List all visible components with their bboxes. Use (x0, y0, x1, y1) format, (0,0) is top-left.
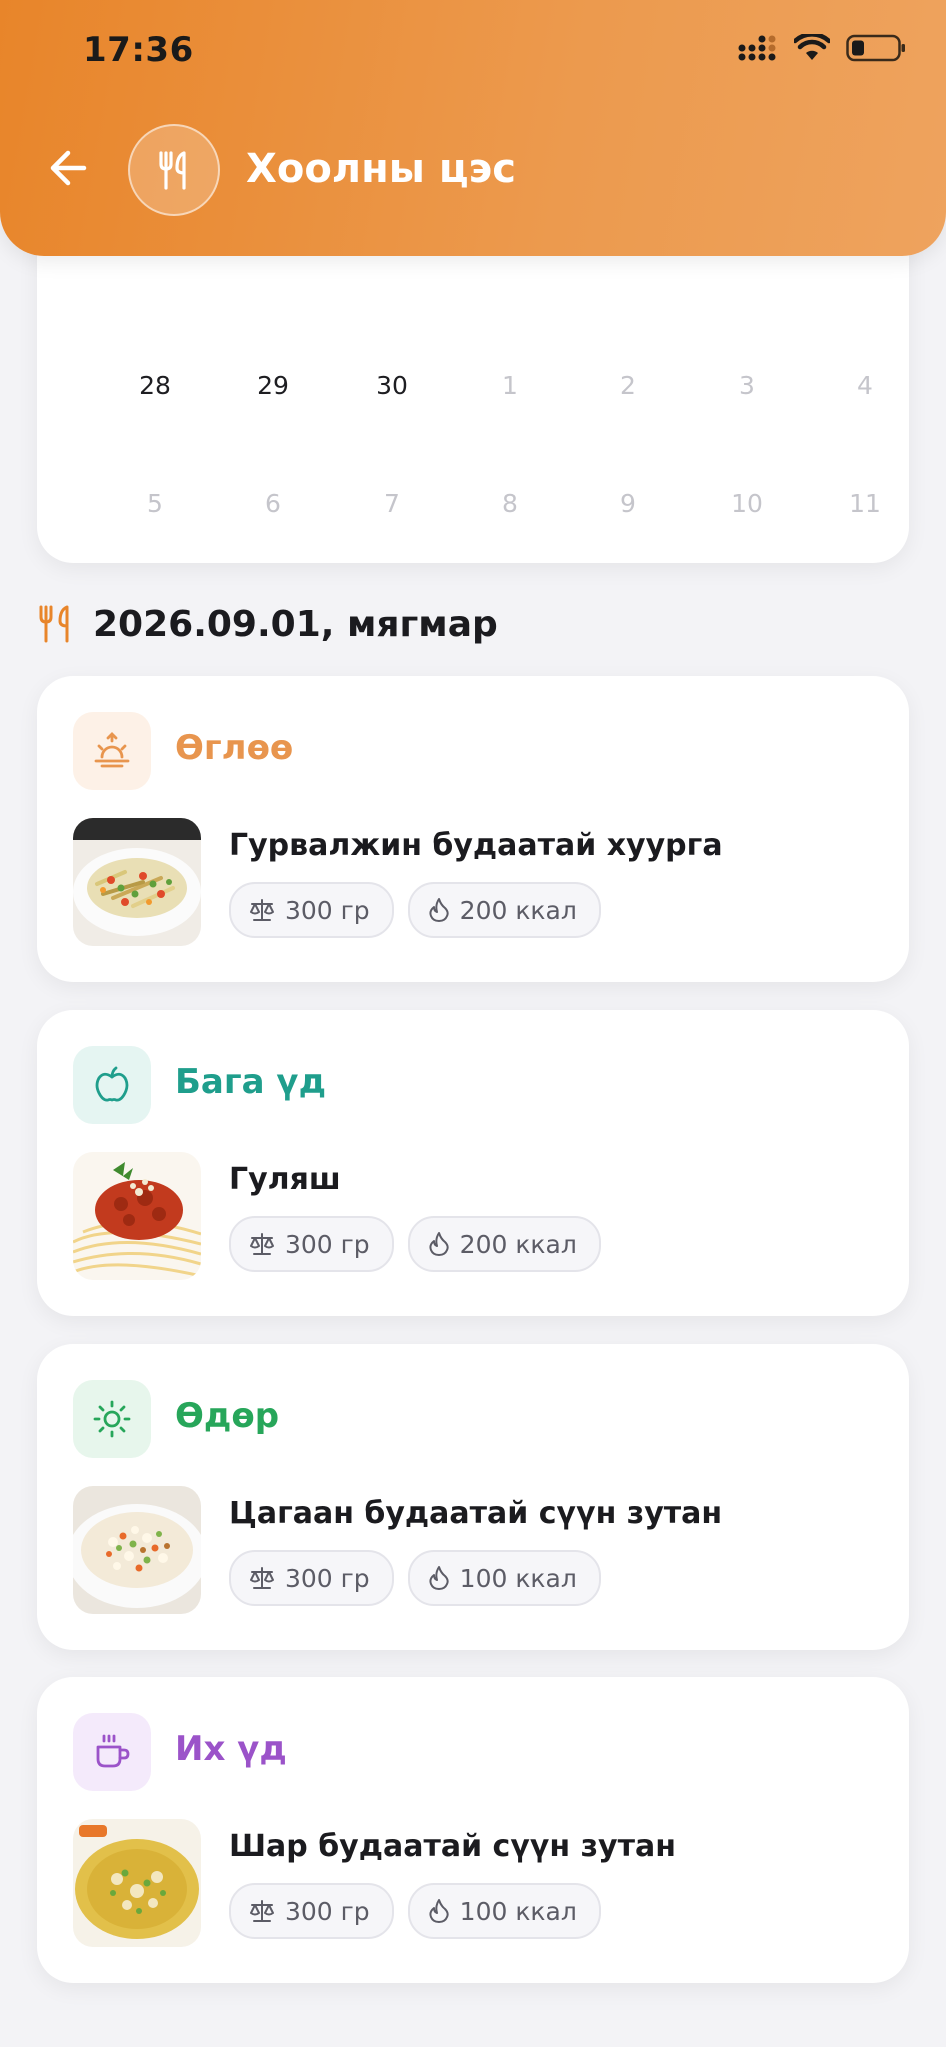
fork-knife-icon (39, 605, 69, 643)
calendar-day[interactable]: 5 (115, 474, 195, 534)
wifi-icon (794, 34, 830, 60)
meal-card-afternoon[interactable]: Их үд Шар будаатай сүүн зутан 300 гр 100… (37, 1677, 909, 1983)
meal-title: Бага үд (175, 1062, 327, 1102)
flame-icon (429, 1566, 449, 1590)
scale-icon (250, 1900, 274, 1922)
food-name: Шар будаатай сүүн зутан (229, 1829, 676, 1864)
calendar-day[interactable]: 29 (233, 356, 313, 416)
food-nutrition-chips: 300 гр 100 ккал (229, 1883, 601, 1939)
flame-icon (429, 1899, 449, 1923)
calendar-card: 28 29 30 1 2 3 4 5 6 7 8 9 10 11 (37, 220, 909, 563)
calories-chip: 200 ккал (407, 1216, 601, 1272)
food-name: Гуляш (229, 1162, 341, 1197)
status-icons (738, 34, 906, 62)
meal-icon-box (73, 1713, 151, 1791)
page-title: Хоолны цэс (246, 146, 516, 192)
meal-title: Өглөө (175, 728, 294, 768)
food-nutrition-chips: 300 гр 100 ккал (229, 1550, 601, 1606)
calendar-day[interactable]: 3 (707, 356, 787, 416)
flame-icon (429, 898, 449, 922)
calories-value: 100 ккал (459, 1896, 577, 1926)
weight-chip: 300 гр (229, 1216, 394, 1272)
sunrise-icon (94, 732, 130, 768)
cup-icon (96, 1734, 130, 1768)
weight-chip: 300 гр (229, 1883, 394, 1939)
scale-icon (250, 1233, 274, 1255)
calories-value: 200 ккал (459, 895, 577, 925)
calendar-day[interactable]: 30 (352, 356, 432, 416)
food-photo (73, 1819, 201, 1947)
signal-icon (738, 35, 776, 61)
calendar-day[interactable]: 8 (470, 474, 550, 534)
back-button[interactable] (44, 142, 96, 194)
calendar-day[interactable]: 7 (352, 474, 432, 534)
calendar-day[interactable]: 10 (707, 474, 787, 534)
calories-chip: 200 ккал (407, 882, 601, 938)
weight-value: 300 гр (285, 895, 370, 925)
arrow-left-icon (50, 150, 87, 186)
app-header: 17:36 Хоолны цэс (0, 0, 946, 256)
calendar-day[interactable]: 28 (115, 356, 195, 416)
calendar-week-row: 28 29 30 1 2 3 4 (37, 356, 909, 416)
meal-card-lunch[interactable]: Өдөр Цагаан будаатай сүүн зутан 300 гр 1… (37, 1344, 909, 1650)
food-photo (73, 1152, 201, 1280)
selected-date-label: 2026.09.01, мягмар (93, 603, 498, 645)
calories-value: 100 ккал (459, 1563, 577, 1593)
scale-icon (250, 1567, 274, 1589)
weight-value: 300 гр (285, 1563, 370, 1593)
scale-icon (250, 899, 274, 921)
weight-value: 300 гр (285, 1229, 370, 1259)
food-photo (73, 818, 201, 946)
calendar-day[interactable]: 4 (825, 356, 905, 416)
battery-icon (846, 34, 905, 62)
fork-knife-icon (159, 151, 186, 190)
meal-card-snack[interactable]: Бага үд Гуляш 300 гр 200 ккал (37, 1010, 909, 1316)
status-time: 17:36 (83, 30, 194, 70)
calories-chip: 100 ккал (407, 1883, 601, 1939)
calories-chip: 100 ккал (407, 1550, 601, 1606)
food-name: Цагаан будаатай сүүн зутан (229, 1496, 723, 1531)
selected-date-heading: 2026.09.01, мягмар (37, 602, 498, 646)
apple-icon (95, 1066, 129, 1102)
calendar-day[interactable]: 1 (470, 356, 550, 416)
flame-icon (429, 1232, 449, 1256)
food-nutrition-chips: 300 гр 200 ккал (229, 1216, 601, 1272)
weight-value: 300 гр (285, 1896, 370, 1926)
sun-icon (93, 1400, 131, 1438)
food-nutrition-chips: 300 гр 200 ккал (229, 882, 601, 938)
calories-value: 200 ккал (459, 1229, 577, 1259)
meal-icon-box (73, 1046, 151, 1124)
meal-title: Өдөр (175, 1396, 280, 1436)
meal-card-breakfast[interactable]: Өглөө Гурвалжин будаатай хуурга 300 гр 2… (37, 676, 909, 982)
calendar-day[interactable]: 11 (825, 474, 905, 534)
weight-chip: 300 гр (229, 1550, 394, 1606)
meal-icon-box (73, 712, 151, 790)
header-logo (128, 124, 220, 216)
calendar-day[interactable]: 9 (588, 474, 668, 534)
food-name: Гурвалжин будаатай хуурга (229, 828, 723, 863)
calendar-day[interactable]: 6 (233, 474, 313, 534)
meal-icon-box (73, 1380, 151, 1458)
calendar-day[interactable]: 2 (588, 356, 668, 416)
calendar-week-row: 5 6 7 8 9 10 11 (37, 474, 909, 534)
food-photo (73, 1486, 201, 1614)
weight-chip: 300 гр (229, 882, 394, 938)
meal-title: Их үд (175, 1729, 287, 1769)
